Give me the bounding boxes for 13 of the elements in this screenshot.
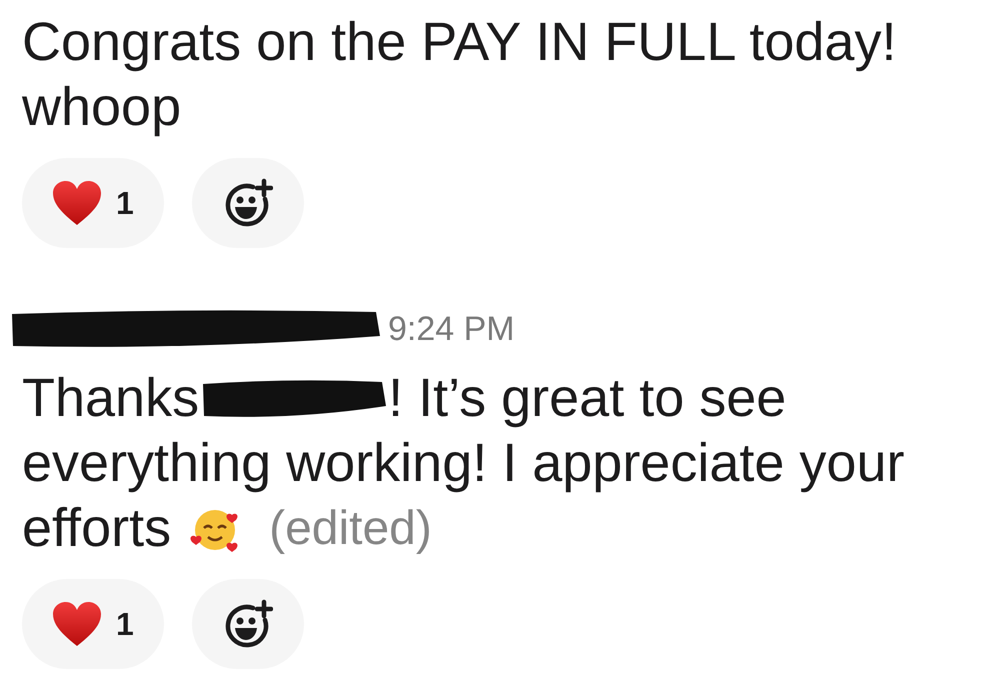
message-text: efforts — [22, 497, 172, 560]
message-time: 9:24 PM — [388, 310, 515, 348]
add-reaction-icon — [222, 178, 273, 228]
message-text: everything working! I appreciate your — [22, 432, 904, 495]
reaction-button[interactable]: 1 — [22, 579, 164, 669]
heart-icon — [52, 180, 102, 226]
message-text: ! It’s great to see — [388, 367, 786, 430]
message-text: Congrats on the PAY IN FULL today! whoop — [22, 12, 896, 137]
reaction-button[interactable]: 1 — [22, 158, 164, 248]
heart-icon — [52, 601, 102, 647]
add-reaction-icon — [222, 599, 273, 649]
message-text: Thanks — [22, 367, 200, 430]
edited-label: (edited) — [269, 501, 432, 557]
